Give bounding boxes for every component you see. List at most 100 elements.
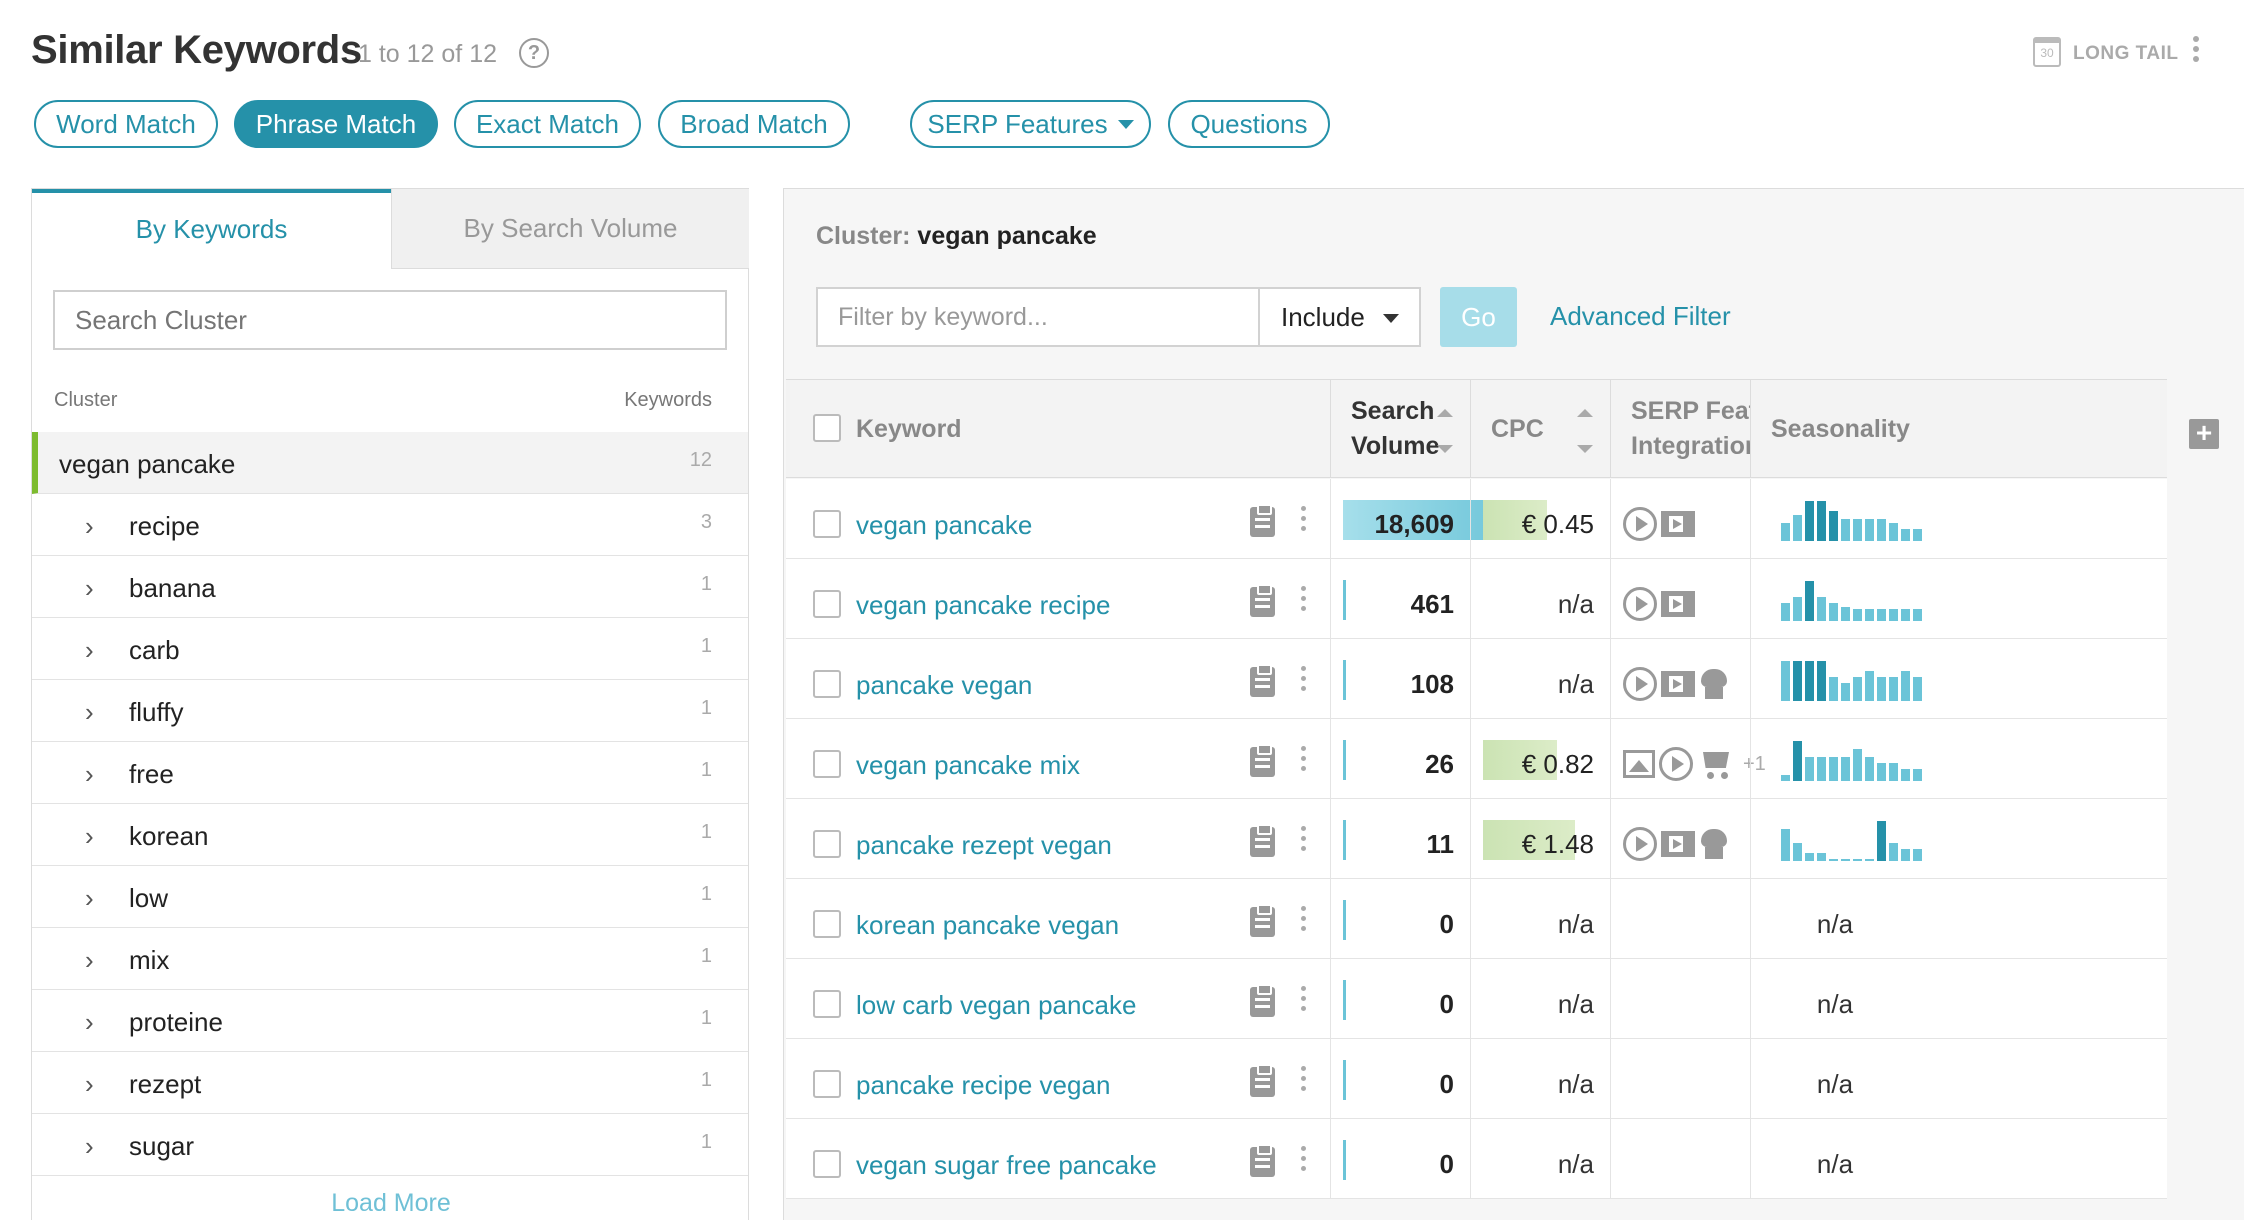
play-icon[interactable] — [1623, 827, 1657, 861]
keyword-link[interactable]: pancake recipe vegan — [856, 1070, 1110, 1101]
more-options-icon[interactable] — [1299, 906, 1307, 936]
serp-features — [1623, 827, 1729, 861]
row-checkbox[interactable] — [813, 510, 841, 538]
tab-exact-match[interactable]: Exact Match — [454, 100, 641, 148]
questions-filter[interactable]: Questions — [1168, 100, 1330, 148]
more-options-icon[interactable] — [1299, 666, 1307, 696]
more-options-icon[interactable] — [1299, 986, 1307, 1016]
clipboard-icon[interactable] — [1250, 1144, 1275, 1177]
cart-icon[interactable] — [1697, 748, 1733, 780]
serp-features-dropdown[interactable]: SERP Features — [910, 100, 1151, 148]
keyword-link[interactable]: vegan pancake — [856, 510, 1032, 541]
seasonality-cell — [1750, 559, 1922, 639]
calendar-icon[interactable]: 30 — [2033, 37, 2061, 67]
chevron-right-icon[interactable]: › — [85, 697, 94, 728]
chef-icon[interactable] — [1699, 667, 1729, 701]
video-icon[interactable] — [1661, 671, 1695, 697]
add-column-button[interactable]: + — [2189, 419, 2219, 449]
tab-by-search-volume[interactable]: By Search Volume — [391, 189, 749, 269]
serp-cell — [1610, 1119, 1750, 1199]
clipboard-icon[interactable] — [1250, 664, 1275, 697]
keyword-link[interactable]: vegan pancake recipe — [856, 590, 1110, 621]
th-search-volume[interactable]: Search Volume — [1330, 379, 1470, 478]
more-options-icon[interactable] — [2192, 36, 2200, 70]
load-more-link[interactable]: Load More — [32, 1189, 750, 1218]
chevron-right-icon[interactable]: › — [85, 821, 94, 852]
tab-word-match[interactable]: Word Match — [34, 100, 218, 148]
row-checkbox[interactable] — [813, 910, 841, 938]
chevron-right-icon[interactable]: › — [85, 1131, 94, 1162]
row-checkbox[interactable] — [813, 1150, 841, 1178]
include-select[interactable]: Include — [1258, 287, 1421, 347]
row-checkbox[interactable] — [813, 590, 841, 618]
chevron-right-icon[interactable]: › — [85, 511, 94, 542]
tab-phrase-match[interactable]: Phrase Match — [234, 100, 438, 148]
clipboard-icon[interactable] — [1250, 504, 1275, 537]
keyword-link[interactable]: low carb vegan pancake — [856, 990, 1136, 1021]
cluster-row-proteine[interactable]: › proteine 1 — [32, 990, 748, 1052]
chevron-right-icon[interactable]: › — [85, 759, 94, 790]
search-cluster-input[interactable] — [53, 290, 727, 350]
tab-by-keywords[interactable]: By Keywords — [32, 189, 391, 269]
image-icon[interactable] — [1623, 750, 1655, 778]
video-icon[interactable] — [1661, 591, 1695, 617]
more-options-icon[interactable] — [1299, 746, 1307, 776]
keyword-link[interactable]: pancake rezept vegan — [856, 830, 1112, 861]
more-options-icon[interactable] — [1299, 1066, 1307, 1096]
cluster-row-carb[interactable]: › carb 1 — [32, 618, 748, 680]
clipboard-icon[interactable] — [1250, 984, 1275, 1017]
more-options-icon[interactable] — [1299, 1146, 1307, 1176]
th-cpc[interactable]: CPC — [1470, 379, 1610, 478]
clipboard-icon[interactable] — [1250, 584, 1275, 617]
select-all-checkbox[interactable] — [813, 414, 841, 442]
cluster-row-recipe[interactable]: › recipe 3 — [32, 494, 748, 556]
chevron-right-icon[interactable]: › — [85, 635, 94, 666]
clipboard-icon[interactable] — [1250, 1064, 1275, 1097]
keyword-link[interactable]: vegan pancake mix — [856, 750, 1080, 781]
cluster-row-main[interactable]: vegan pancake 12 — [32, 432, 748, 494]
row-checkbox[interactable] — [813, 990, 841, 1018]
clipboard-icon[interactable] — [1250, 824, 1275, 857]
row-checkbox[interactable] — [813, 750, 841, 778]
advanced-filter-link[interactable]: Advanced Filter — [1550, 301, 1731, 332]
row-checkbox[interactable] — [813, 830, 841, 858]
chevron-right-icon[interactable]: › — [85, 1007, 94, 1038]
chevron-right-icon[interactable]: › — [85, 1069, 94, 1100]
more-options-icon[interactable] — [1299, 506, 1307, 536]
keyword-link[interactable]: vegan sugar free pancake — [856, 1150, 1157, 1181]
cluster-row-sugar[interactable]: › sugar 1 — [32, 1114, 748, 1176]
cluster-row-rezept[interactable]: › rezept 1 — [32, 1052, 748, 1114]
long-tail-toggle[interactable]: LONG TAIL — [2073, 43, 2178, 65]
cluster-row-low[interactable]: › low 1 — [32, 866, 748, 928]
cluster-row-korean[interactable]: › korean 1 — [32, 804, 748, 866]
serp-cell — [1610, 479, 1750, 559]
season-bar — [1913, 769, 1922, 781]
row-checkbox[interactable] — [813, 670, 841, 698]
play-icon[interactable] — [1623, 507, 1657, 541]
cluster-row-fluffy[interactable]: › fluffy 1 — [32, 680, 748, 742]
cluster-row-mix[interactable]: › mix 1 — [32, 928, 748, 990]
clipboard-icon[interactable] — [1250, 904, 1275, 937]
video-icon[interactable] — [1661, 511, 1695, 537]
play-icon[interactable] — [1659, 747, 1693, 781]
cluster-row-banana[interactable]: › banana 1 — [32, 556, 748, 618]
go-button[interactable]: Go — [1440, 287, 1517, 347]
clipboard-icon[interactable] — [1250, 744, 1275, 777]
filter-keyword-input[interactable]: Filter by keyword... — [816, 287, 1267, 347]
th-keyword: Keyword — [786, 379, 1330, 478]
play-icon[interactable] — [1623, 667, 1657, 701]
chef-icon[interactable] — [1699, 827, 1729, 861]
chevron-right-icon[interactable]: › — [85, 573, 94, 604]
cluster-row-free[interactable]: › free 1 — [32, 742, 748, 804]
video-icon[interactable] — [1661, 831, 1695, 857]
more-options-icon[interactable] — [1299, 586, 1307, 616]
chevron-right-icon[interactable]: › — [85, 883, 94, 914]
row-checkbox[interactable] — [813, 1070, 841, 1098]
play-icon[interactable] — [1623, 587, 1657, 621]
keyword-link[interactable]: pancake vegan — [856, 670, 1032, 701]
tab-broad-match[interactable]: Broad Match — [658, 100, 850, 148]
help-icon[interactable]: ? — [519, 38, 549, 68]
keyword-link[interactable]: korean pancake vegan — [856, 910, 1119, 941]
chevron-right-icon[interactable]: › — [85, 945, 94, 976]
more-options-icon[interactable] — [1299, 826, 1307, 856]
